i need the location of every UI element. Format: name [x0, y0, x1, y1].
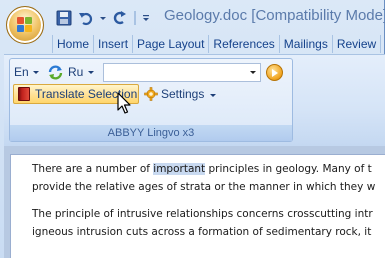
mouse-pointer-icon	[117, 92, 131, 116]
settings-label: Settings	[161, 87, 205, 101]
tab-insert[interactable]: Insert	[94, 35, 134, 53]
go-arrow-icon[interactable]	[266, 64, 283, 81]
paragraph-2-line-1: The principle of intrusive relationships…	[32, 208, 373, 220]
window-title: Geology.doc [Compatibility Mode] -	[164, 7, 385, 24]
text-after-selection: principles in geology. Many of t	[205, 163, 372, 175]
separator-icon	[134, 11, 136, 25]
quick-access-toolbar	[56, 8, 150, 28]
settings-dropdown-icon	[210, 94, 216, 97]
redo-icon[interactable]	[112, 10, 128, 26]
source-language-select[interactable]: En	[14, 65, 29, 79]
office-button[interactable]	[6, 6, 44, 44]
undo-dropdown-icon[interactable]	[100, 10, 106, 26]
lingvo-group: En Ru Translate Selection Settings ABBYY…	[9, 58, 293, 142]
document-page[interactable]: There are a number of important principl…	[10, 154, 385, 258]
paragraph-2-line-2: igneous intrusion cuts across a formatio…	[32, 226, 372, 238]
word-window: Geology.doc [Compatibility Mode] - Home …	[0, 0, 385, 258]
undo-icon[interactable]	[78, 10, 94, 26]
ribbon-tabs: Home Insert Page Layout References Maili…	[52, 35, 382, 53]
settings-button[interactable]: Settings	[142, 84, 222, 104]
group-caption: ABBYY Lingvo x3	[10, 125, 292, 141]
tab-review[interactable]: Review	[333, 35, 382, 53]
save-icon[interactable]	[56, 10, 72, 26]
lookup-input[interactable]	[103, 63, 261, 82]
ribbon: En Ru Translate Selection Settings ABBYY…	[4, 54, 385, 146]
target-language-select[interactable]: Ru	[68, 65, 83, 79]
target-language-dropdown-icon[interactable]	[88, 71, 94, 74]
selected-text[interactable]: important	[153, 163, 206, 175]
source-language-dropdown-icon[interactable]	[33, 71, 39, 74]
paragraph-1-line-2: provide the relative ages of strata or t…	[32, 181, 376, 193]
tab-references[interactable]: References	[209, 35, 280, 53]
text-before-selection: There are a number of	[32, 163, 154, 175]
title-bar: Geology.doc [Compatibility Mode] -	[0, 0, 385, 44]
tab-page-layout[interactable]: Page Layout	[133, 35, 210, 53]
swap-languages-icon[interactable]	[47, 64, 64, 81]
office-logo-icon	[17, 17, 33, 33]
document-area: There are a number of important principl…	[4, 146, 385, 258]
book-icon	[18, 87, 30, 101]
paragraph-1-line-1: There are a number of important principl…	[32, 160, 372, 178]
tab-home[interactable]: Home	[52, 35, 95, 53]
gear-icon	[144, 87, 158, 101]
customize-icon[interactable]	[142, 10, 150, 26]
tab-mailings[interactable]: Mailings	[280, 35, 333, 53]
lookup-dropdown-icon[interactable]	[250, 71, 256, 74]
